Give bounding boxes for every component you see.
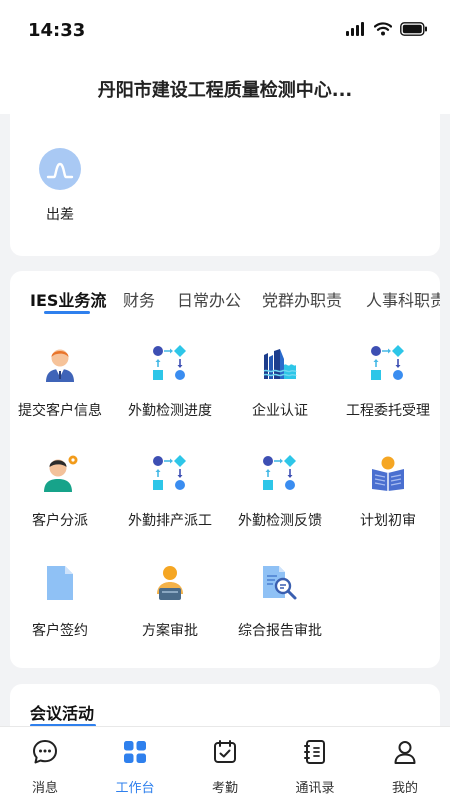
reader-icon [368,453,408,493]
grid-item-customer-assign[interactable]: 客户分派 [10,453,114,530]
business-card: IES业务流 财务 日常办公 党群办职责 人事科职责 提交客户信息 外勤检测进度… [10,271,440,668]
factory-icon [260,343,300,383]
nav-header: 丹阳市建设工程质量检测中心... [0,62,450,114]
tabbar-label: 工作台 [115,781,155,796]
grid-label: 提交客户信息 [18,403,102,419]
grid-label: 企业认证 [252,403,308,419]
signal-icon [346,22,364,36]
calendar-check-icon [214,740,236,763]
tab-active-indicator [44,311,90,314]
flow-icon [150,453,190,493]
person-gear-icon [40,453,80,493]
tabbar-label: 考勤 [211,781,238,796]
grid-item-plan-approval[interactable]: 方案审批 [116,563,224,640]
status-time: 14:33 [28,20,86,41]
grid-label: 外勤检测进度 [128,403,212,419]
grid-item-report-approval[interactable]: 综合报告审批 [226,563,334,640]
tab-daily-office[interactable]: 日常办公 [177,287,241,311]
business-trip-item[interactable]: 出差 [36,148,84,224]
grid-item-submit-customer[interactable]: 提交客户信息 [10,343,114,420]
tab-ies[interactable]: IES业务流 [30,287,106,311]
bottom-tab-bar: 消息 工作台 考勤 通讯录 我的 [0,726,450,800]
page-title: 丹阳市建设工程质量检测中心... [97,80,353,101]
grid-label: 计划初审 [360,513,416,529]
grid-item-field-schedule[interactable]: 外勤排产派工 [116,453,224,530]
flow-icon [150,343,190,383]
grid-label: 客户签约 [32,623,88,639]
grid-label: 外勤排产派工 [128,513,212,529]
tabbar-attendance[interactable]: 考勤 [180,739,270,796]
tabbar-contacts[interactable]: 通讯录 [270,739,360,796]
tab-hr[interactable]: 人事科职责 [366,287,440,311]
tabbar-label: 消息 [31,781,58,796]
contacts-icon [304,740,325,764]
report-search-icon [260,563,300,603]
flow-icon [260,453,300,493]
status-bar: 14:33 [0,0,450,62]
grid-label: 综合报告审批 [238,623,322,639]
quick-card: 出差 [10,114,440,256]
meeting-section-title: 会议活动 [30,704,95,723]
wifi-icon [374,22,392,36]
tabbar-label: 我的 [391,781,418,796]
user-icon [394,741,416,764]
tab-party-office[interactable]: 党群办职责 [262,287,342,311]
tabbar-messages[interactable]: 消息 [0,739,90,796]
grid-label: 工程委托受理 [346,403,430,419]
document-icon [40,563,80,603]
battery-icon [400,22,427,36]
grid-label: 外勤检测反馈 [238,513,322,529]
grid-label: 客户分派 [32,513,88,529]
grid-item-plan-review[interactable]: 计划初审 [334,453,440,530]
business-trip-label: 出差 [46,207,74,223]
tab-finance[interactable]: 财务 [123,287,155,311]
tabbar-workbench[interactable]: 工作台 [90,739,180,796]
category-tabs: IES业务流 财务 日常办公 党群办职责 人事科职责 [10,271,440,319]
grid-item-enterprise-auth[interactable]: 企业认证 [226,343,334,420]
tabbar-profile[interactable]: 我的 [360,739,450,796]
grid-item-customer-sign[interactable]: 客户签约 [10,563,114,640]
grid-label: 方案审批 [142,623,198,639]
grid-icon [124,741,146,763]
grid-item-project-entrust[interactable]: 工程委托受理 [334,343,440,420]
grid-item-field-feedback[interactable]: 外勤检测反馈 [226,453,334,530]
person-icon [40,343,80,383]
chat-icon [33,740,57,764]
flow-icon [368,343,408,383]
business-trip-icon [39,148,81,190]
tabbar-label: 通讯录 [295,781,335,796]
grid-item-field-progress[interactable]: 外勤检测进度 [116,343,224,420]
worker-icon [150,563,190,603]
status-icons [346,22,428,36]
